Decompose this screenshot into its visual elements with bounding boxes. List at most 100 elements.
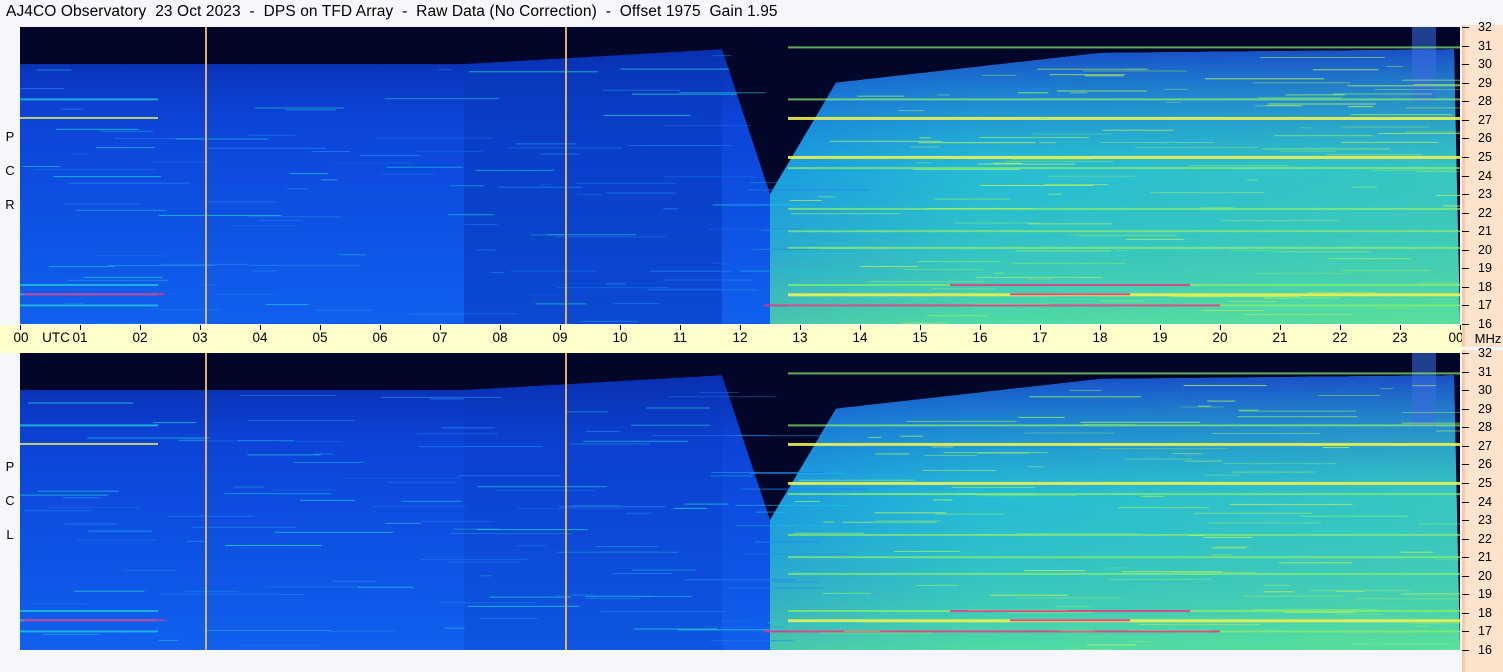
signal-streak xyxy=(377,137,494,139)
signal-streak xyxy=(930,288,996,290)
signal-streak xyxy=(951,486,1036,488)
frequency-tick-label: 29 xyxy=(1478,401,1492,416)
frequency-tick-mark xyxy=(1462,612,1469,614)
signal-streak xyxy=(1008,612,1094,614)
signal-streak xyxy=(62,203,140,205)
lcp-letter-l: L xyxy=(6,527,14,542)
signal-streak xyxy=(67,279,169,281)
signal-streak xyxy=(1412,385,1436,387)
interference-band xyxy=(20,284,158,287)
signal-streak xyxy=(477,249,496,251)
signal-streak xyxy=(1238,409,1259,411)
signal-streak xyxy=(1417,625,1430,627)
interference-band-strong xyxy=(23,619,164,622)
signal-streak xyxy=(1260,57,1385,58)
signal-streak xyxy=(1231,471,1315,473)
signal-streak xyxy=(906,420,1017,422)
chart-title: AJ4CO Observatory 23 Oct 2023 - DPS on T… xyxy=(6,3,778,20)
signal-streak xyxy=(468,71,599,73)
signal-streak xyxy=(720,620,750,622)
frequency-tick-mark xyxy=(1462,575,1469,577)
signal-streak xyxy=(1435,194,1460,196)
signal-streak xyxy=(580,320,639,322)
signal-streak xyxy=(859,266,918,267)
signal-streak xyxy=(1263,591,1294,593)
interference-band-strong xyxy=(1010,293,1130,296)
signal-streak xyxy=(1285,94,1345,96)
lcp-spectrogram xyxy=(20,353,1460,650)
signal-streak xyxy=(585,431,621,433)
time-tick-mark xyxy=(1040,325,1041,330)
frequency-tick-label: 24 xyxy=(1478,494,1492,509)
signal-streak xyxy=(38,490,119,492)
interference-band xyxy=(20,424,158,427)
signal-streak xyxy=(258,220,303,222)
signal-streak xyxy=(1212,433,1320,434)
time-marker-line xyxy=(205,27,207,324)
interference-band-strong xyxy=(1010,619,1130,622)
signal-streak xyxy=(875,453,910,455)
frequency-tick-label: 25 xyxy=(1478,149,1492,164)
signal-streak xyxy=(1273,135,1373,137)
signal-streak xyxy=(647,289,758,291)
signal-streak xyxy=(1099,448,1228,450)
signal-streak xyxy=(1252,82,1350,84)
time-tick-mark xyxy=(980,325,981,330)
signal-streak xyxy=(710,475,753,477)
signal-streak xyxy=(249,264,360,266)
signal-streak xyxy=(1223,463,1336,465)
signal-streak xyxy=(313,453,334,455)
signal-streak xyxy=(535,303,587,305)
signal-streak xyxy=(1044,184,1108,186)
signal-streak xyxy=(1201,310,1265,311)
signal-streak xyxy=(876,520,942,522)
signal-streak xyxy=(916,584,959,586)
frequency-tick-mark xyxy=(1462,650,1469,651)
signal-streak xyxy=(1212,547,1247,549)
rcp-letter-c: C xyxy=(5,163,15,178)
signal-streak xyxy=(108,265,215,266)
signal-streak xyxy=(625,512,652,514)
interference-band xyxy=(788,246,1460,249)
signal-streak xyxy=(1039,142,1056,144)
time-tick-label: 14 xyxy=(852,330,868,345)
signal-streak xyxy=(1180,406,1225,408)
frequency-tick-mark xyxy=(1462,445,1469,447)
time-axis-unit: UTC xyxy=(42,330,70,345)
signal-streak xyxy=(918,142,1036,144)
signal-streak xyxy=(458,475,561,477)
signal-streak xyxy=(1017,597,1122,599)
signal-streak xyxy=(185,590,239,592)
frequency-tick-label: 26 xyxy=(1478,131,1492,146)
signal-streak xyxy=(1183,385,1267,386)
signal-streak xyxy=(1354,598,1460,600)
signal-streak xyxy=(1348,106,1373,108)
signal-streak xyxy=(791,213,901,215)
signal-streak xyxy=(240,395,337,396)
signal-streak xyxy=(898,110,925,112)
signal-streak xyxy=(822,158,947,160)
signal-streak xyxy=(1203,536,1253,538)
signal-streak xyxy=(99,130,154,132)
signal-streak xyxy=(1341,141,1438,143)
signal-streak xyxy=(1401,79,1460,81)
signal-streak xyxy=(1400,593,1460,595)
signal-streak xyxy=(603,89,681,91)
signal-streak xyxy=(632,569,696,571)
signal-streak xyxy=(977,452,1030,454)
signal-streak xyxy=(73,289,93,291)
signal-streak xyxy=(1140,495,1164,497)
time-tick-mark xyxy=(260,325,261,330)
signal-streak xyxy=(761,230,855,232)
signal-streak xyxy=(200,284,218,286)
signal-streak xyxy=(776,253,858,255)
interference-band xyxy=(20,442,158,445)
time-tick-mark xyxy=(680,325,681,330)
signal-streak xyxy=(1018,416,1065,418)
signal-streak xyxy=(596,546,658,547)
signal-streak xyxy=(1121,571,1223,573)
time-tick-label: 07 xyxy=(432,330,448,345)
signal-streak xyxy=(1078,235,1176,237)
signal-streak xyxy=(265,586,356,588)
signal-streak xyxy=(953,222,1040,224)
